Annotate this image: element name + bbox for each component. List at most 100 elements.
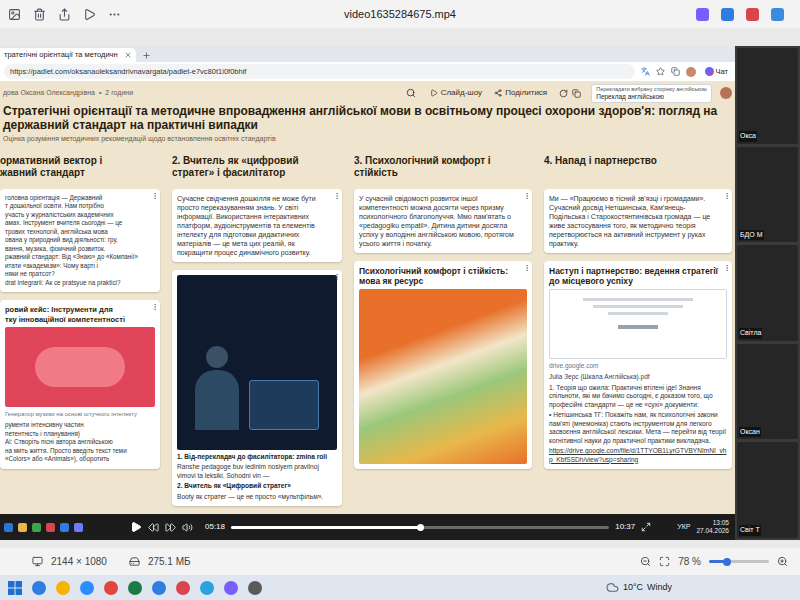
tab-strip: тратегічні орієнтації та методичн (0, 46, 735, 62)
search-icon[interactable] (406, 88, 416, 98)
card-title: ровий кейс: Інструменти длятку інновацій… (5, 305, 155, 324)
card-menu-icon[interactable] (723, 264, 731, 272)
zoom-slider[interactable] (709, 560, 769, 563)
progress-handle[interactable] (417, 524, 424, 531)
card-title: Наступ і партнерство: ведення стратегії … (549, 266, 727, 286)
taskbar-app-icon[interactable] (56, 581, 70, 595)
taskbar-app-icon[interactable] (224, 581, 238, 595)
padlet-column: 4. Напад і партнерство Ми — «Працюємо в т… (544, 155, 732, 470)
column-header: 4. Напад і партнерство (544, 155, 732, 181)
card-menu-icon[interactable] (523, 264, 531, 272)
collections-icon[interactable] (671, 67, 680, 76)
padlet-card[interactable]: 1. Від-перекладач до фасилітатора: zmina… (172, 270, 342, 507)
app: video1635284675.mp4тратегічні орієнтації… (0, 0, 800, 600)
forward-icon[interactable] (165, 522, 176, 533)
zoom-out-icon[interactable] (640, 556, 651, 567)
card-link[interactable]: https://drive.google.com/file/d/1TTYOB1L… (549, 447, 727, 464)
copy-icon[interactable] (572, 89, 581, 98)
total-time: 10:37 (615, 521, 635, 533)
padlet-card[interactable]: головна орієнтація — Державнийт дошкільн… (0, 189, 160, 293)
share-button[interactable]: Поділитися (494, 87, 547, 99)
app-icon[interactable] (746, 8, 759, 21)
more-icon[interactable] (108, 8, 121, 21)
column-header: 3. Психологічний комфорт істійкість (354, 155, 532, 181)
participant-tile[interactable]: Світла (737, 245, 798, 341)
translate-icon[interactable] (641, 67, 650, 76)
taskbar-app-icon[interactable] (248, 581, 262, 595)
taskbar-app-icon[interactable] (152, 581, 166, 595)
windows-logo-icon[interactable] (8, 581, 22, 595)
slideshow-icon (430, 89, 438, 97)
avatar[interactable] (720, 87, 732, 99)
card-paragraph: 1. Теорія що ожила: Практичні втілені ід… (549, 384, 727, 410)
card-paragraph: 1. Від-перекладач до фасилітатора: zmina… (177, 453, 337, 462)
url-field[interactable]: https://padlet.com/oksanaoleksandrivnava… (4, 64, 635, 79)
card-menu-icon[interactable] (523, 192, 531, 200)
browser-tab[interactable]: тратегічні орієнтації та методичн (0, 48, 136, 62)
card-menu-icon[interactable] (333, 273, 341, 281)
media-area: тратегічні орієнтації та методичн https:/… (0, 28, 800, 548)
padlet-card[interactable]: У сучасній свідомості розвиток іншої ком… (354, 189, 532, 253)
weather-widget[interactable]: 10°CWindy (606, 581, 672, 595)
padlet-card[interactable]: Ми — «Працюємо в тісний зв'язці і громад… (544, 189, 732, 253)
padlet-card[interactable]: Сучасне свідчення дошкілля не може бути … (172, 189, 342, 262)
card-title: Психологічний комфорт і стійкість: мова … (359, 266, 527, 286)
taskbar-app-icon[interactable] (80, 581, 94, 595)
participant-tile[interactable]: Оксан (737, 344, 798, 440)
taskbar-app-icon[interactable] (104, 581, 118, 595)
bookmark-icon[interactable] (656, 67, 665, 76)
card-text: рументи інтенсивну частинпетентність і п… (5, 421, 155, 464)
zoom-in-icon[interactable] (777, 556, 788, 567)
delete-icon[interactable] (33, 8, 46, 21)
new-tab-icon[interactable] (142, 51, 151, 60)
share-icon[interactable] (58, 8, 71, 21)
participants-strip: Окса БДО М Світла Оксан Світ Т (735, 46, 800, 540)
remake-icon[interactable] (559, 89, 568, 98)
app-icon[interactable] (696, 8, 709, 21)
profile-icon[interactable] (686, 67, 696, 77)
close-tab-icon[interactable] (124, 51, 132, 59)
fullscreen-icon[interactable] (641, 522, 651, 532)
participant-tile[interactable]: Окса (737, 48, 798, 144)
title-bar: video1635284675.mp4 (0, 0, 800, 28)
slideshow-button[interactable]: Слайд-шоу (430, 87, 482, 99)
pdf-preview[interactable] (549, 289, 727, 359)
app-icon[interactable] (721, 8, 734, 21)
taskbar-app-icon[interactable] (200, 581, 214, 595)
padlet-card[interactable]: Наступ і партнерство: ведення стратегії … (544, 261, 732, 470)
teacher-photo[interactable] (177, 275, 337, 450)
chat-button[interactable]: Чат (702, 66, 731, 77)
participant-name: Оксан (739, 427, 761, 438)
attachment-name[interactable]: Julia Зерс (Шкала Англійська).pdf (549, 373, 727, 381)
app-icon[interactable] (771, 8, 784, 21)
status-bar: 2144 × 1080275.1 МБ78 % (0, 548, 800, 575)
participant-name: Окса (739, 131, 757, 142)
card-paragraph: Ranshe pedagoge buv iedinim nosiyem prav… (177, 463, 337, 480)
progress-track[interactable] (231, 526, 609, 529)
play-icon[interactable] (83, 8, 96, 21)
gallery-icon[interactable] (8, 8, 21, 21)
participant-tile[interactable]: БДО М (737, 147, 798, 243)
rewind-icon[interactable] (148, 522, 159, 533)
play-icon[interactable] (130, 521, 142, 533)
participant-name: БДО М (739, 230, 764, 241)
taskbar-app-icon[interactable] (32, 581, 46, 595)
song-generator-image[interactable] (5, 327, 155, 407)
participant-tile[interactable]: Світ Т (737, 442, 798, 538)
card-menu-icon[interactable] (333, 192, 341, 200)
volume-icon[interactable] (182, 522, 193, 533)
fit-icon[interactable] (659, 556, 670, 567)
column-header: 2. Вчитель як «цифровийстратег» і фасилі… (172, 155, 342, 181)
book-cover[interactable] (359, 289, 527, 464)
card-menu-icon[interactable] (723, 192, 731, 200)
padlet-card[interactable]: Психологічний комфорт і стійкість: мова … (354, 261, 532, 469)
card-menu-icon[interactable] (151, 192, 159, 200)
padlet-card[interactable]: ровий кейс: Інструменти длятку інновацій… (0, 300, 160, 469)
taskbar-app-icon[interactable] (176, 581, 190, 595)
remote-clock: 13:0527.04.2026 (696, 519, 731, 535)
card-menu-icon[interactable] (151, 303, 159, 311)
translate-popup[interactable]: Перекладати вибрану сторінку англійською… (591, 84, 712, 103)
taskbar-app-icon[interactable] (128, 581, 142, 595)
zoom-handle[interactable] (723, 558, 731, 566)
remote-app-icon (4, 523, 13, 532)
